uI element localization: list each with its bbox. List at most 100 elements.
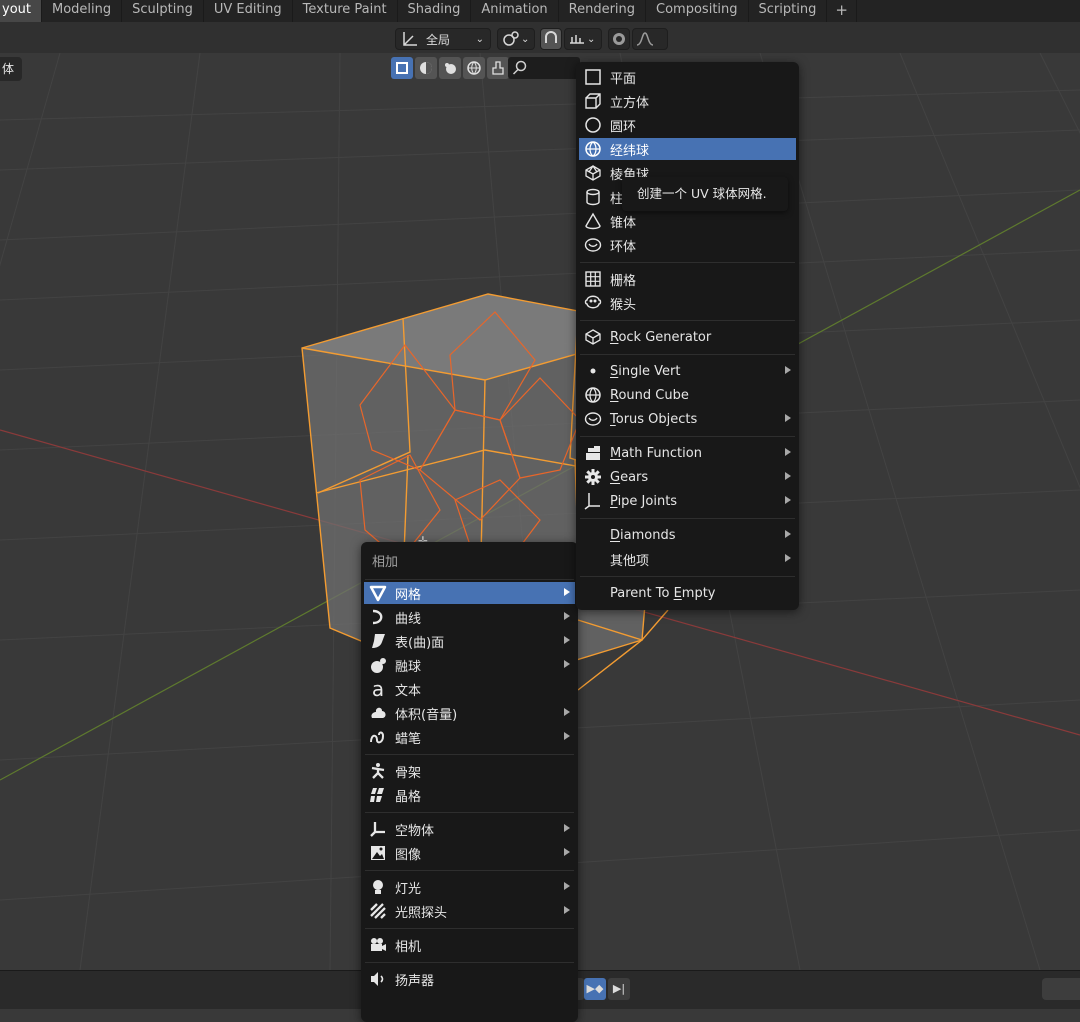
snap-target-dropdown[interactable]: ⌄: [564, 28, 602, 50]
next-keyframe-button[interactable]: ▶◆: [584, 978, 606, 1000]
menu-item-cube[interactable]: 立方体: [579, 90, 796, 112]
tab-compositing[interactable]: Compositing: [646, 0, 749, 22]
tab-layout[interactable]: yout: [0, 0, 42, 22]
menu-item-other[interactable]: 其他项: [579, 548, 796, 570]
monkey-icon: [583, 293, 603, 313]
menu-item-label: Rock Generator: [610, 329, 712, 345]
frame-field[interactable]: [1042, 978, 1080, 1000]
menu-item-image[interactable]: 图像: [364, 842, 575, 864]
search-icon: [512, 60, 527, 75]
jump-end-button[interactable]: ▶|: [608, 978, 630, 1000]
tab-texture-paint[interactable]: Texture Paint: [293, 0, 398, 22]
add-workspace-icon[interactable]: +: [827, 0, 857, 22]
menu-item-label: 光照探头: [395, 905, 448, 921]
empty-icon: [368, 819, 388, 839]
round-cube-icon: [583, 385, 603, 405]
menu-item-label: 猴头: [610, 297, 637, 313]
menu-item-gears[interactable]: Gears: [579, 466, 796, 488]
falloff-curve-icon: [636, 32, 654, 46]
cube-icon: [583, 91, 603, 111]
menu-item-cone[interactable]: 锥体: [579, 210, 796, 232]
tab-uv-editing[interactable]: UV Editing: [204, 0, 293, 22]
menu-item-surface[interactable]: 表(曲)面: [364, 630, 575, 652]
transform-orientation-dropdown[interactable]: 全局 ⌄: [395, 28, 491, 50]
menu-item-label: 锥体: [610, 215, 637, 231]
tab-scripting[interactable]: Scripting: [749, 0, 828, 22]
chevron-down-icon: ⌄: [521, 33, 530, 45]
menu-item-single-vert[interactable]: Single Vert: [579, 360, 796, 382]
menu-item-diamonds[interactable]: Diamonds: [579, 524, 796, 546]
menu-item-parent-to-empty[interactable]: Parent To Empty: [579, 582, 796, 604]
menu-item-uv-sphere[interactable]: 经纬球: [579, 138, 796, 160]
tab-shading[interactable]: Shading: [398, 0, 472, 22]
pivot-point-dropdown[interactable]: ⌄: [497, 28, 535, 50]
menu-item-curve[interactable]: 曲线: [364, 606, 575, 628]
menu-item-label: 体积(音量): [395, 707, 458, 723]
menu-item-grid[interactable]: 栅格: [579, 268, 796, 290]
shading-solid-button[interactable]: [415, 57, 437, 79]
shading-rendered-button[interactable]: [463, 57, 485, 79]
menu-item-math-function[interactable]: Math Function: [579, 442, 796, 464]
menu-item-empty[interactable]: 空物体: [364, 818, 575, 840]
metaball-icon: [368, 655, 388, 675]
tab-modeling[interactable]: Modeling: [42, 0, 123, 22]
brush-button[interactable]: [487, 57, 509, 79]
search-input[interactable]: [508, 57, 580, 79]
pivot-icon: [503, 31, 519, 46]
menu-item-grease-pencil[interactable]: 蜡笔: [364, 726, 575, 748]
menu-item-armature[interactable]: 骨架: [364, 760, 575, 782]
menu-item-rock-generator[interactable]: Rock Generator: [579, 326, 796, 348]
menu-item-label: 立方体: [610, 95, 650, 111]
menu-item-label: Single Vert: [610, 363, 681, 379]
side-panel-tab[interactable]: 体: [0, 57, 22, 81]
menu-item-plane[interactable]: 平面: [579, 66, 796, 88]
mesh-icon: [368, 583, 388, 603]
menu-item-text[interactable]: a 文本: [364, 677, 575, 701]
menu-item-label: 图像: [395, 847, 422, 863]
menu-item-pipe-joints[interactable]: Pipe Joints: [579, 490, 796, 512]
tab-animation[interactable]: Animation: [471, 0, 559, 22]
menu-item-label: 表(曲)面: [395, 635, 445, 651]
proportional-edit-toggle[interactable]: [608, 28, 630, 50]
cone-icon: [583, 211, 603, 231]
tab-rendering[interactable]: Rendering: [559, 0, 647, 22]
menu-item-camera[interactable]: 相机: [364, 934, 575, 956]
falloff-dropdown[interactable]: [632, 28, 668, 50]
menu-item-label: 文本: [395, 683, 422, 699]
add-menu-title: 相加: [372, 555, 399, 570]
menu-item-label: 圆环: [610, 119, 637, 135]
chevron-down-icon: ⌄: [587, 33, 596, 45]
menu-item-metaball[interactable]: 融球: [364, 654, 575, 676]
lattice-icon: [368, 785, 388, 805]
menu-item-monkey[interactable]: 猴头: [579, 292, 796, 314]
camera-icon: [368, 935, 388, 955]
menu-item-label: 晶格: [395, 789, 422, 805]
armature-icon: [368, 761, 388, 781]
curve-icon: [368, 607, 388, 627]
vertex-icon: [583, 361, 603, 381]
snap-toggle[interactable]: [540, 28, 562, 50]
menu-item-mesh[interactable]: 网格: [364, 582, 575, 604]
menu-item-speaker[interactable]: 扬声器: [364, 968, 575, 990]
tab-sculpting[interactable]: Sculpting: [122, 0, 204, 22]
select-box-icon: [396, 62, 408, 74]
math-function-icon: [583, 443, 603, 463]
select-mode-button[interactable]: [391, 57, 413, 79]
speaker-icon: [368, 969, 388, 989]
menu-item-label: 曲线: [395, 611, 422, 627]
menu-item-light[interactable]: 灯光: [364, 876, 575, 898]
menu-item-volume[interactable]: 体积(音量): [364, 702, 575, 724]
shading-material-button[interactable]: [439, 57, 461, 79]
gear-icon: [583, 467, 603, 487]
proportional-icon: [613, 33, 625, 45]
menu-item-circle[interactable]: 圆环: [579, 114, 796, 136]
menu-item-light-probe[interactable]: 光照探头: [364, 900, 575, 922]
menu-item-label: Parent To Empty: [610, 585, 716, 601]
pipe-icon: [583, 491, 603, 511]
menu-item-torus[interactable]: 环体: [579, 234, 796, 256]
menu-item-label: 灯光: [395, 881, 422, 897]
menu-item-lattice[interactable]: 晶格: [364, 784, 575, 806]
menu-item-round-cube[interactable]: Round Cube: [579, 384, 796, 406]
menu-item-torus-objects[interactable]: Torus Objects: [579, 408, 796, 430]
orientation-label: 全局: [426, 32, 451, 47]
